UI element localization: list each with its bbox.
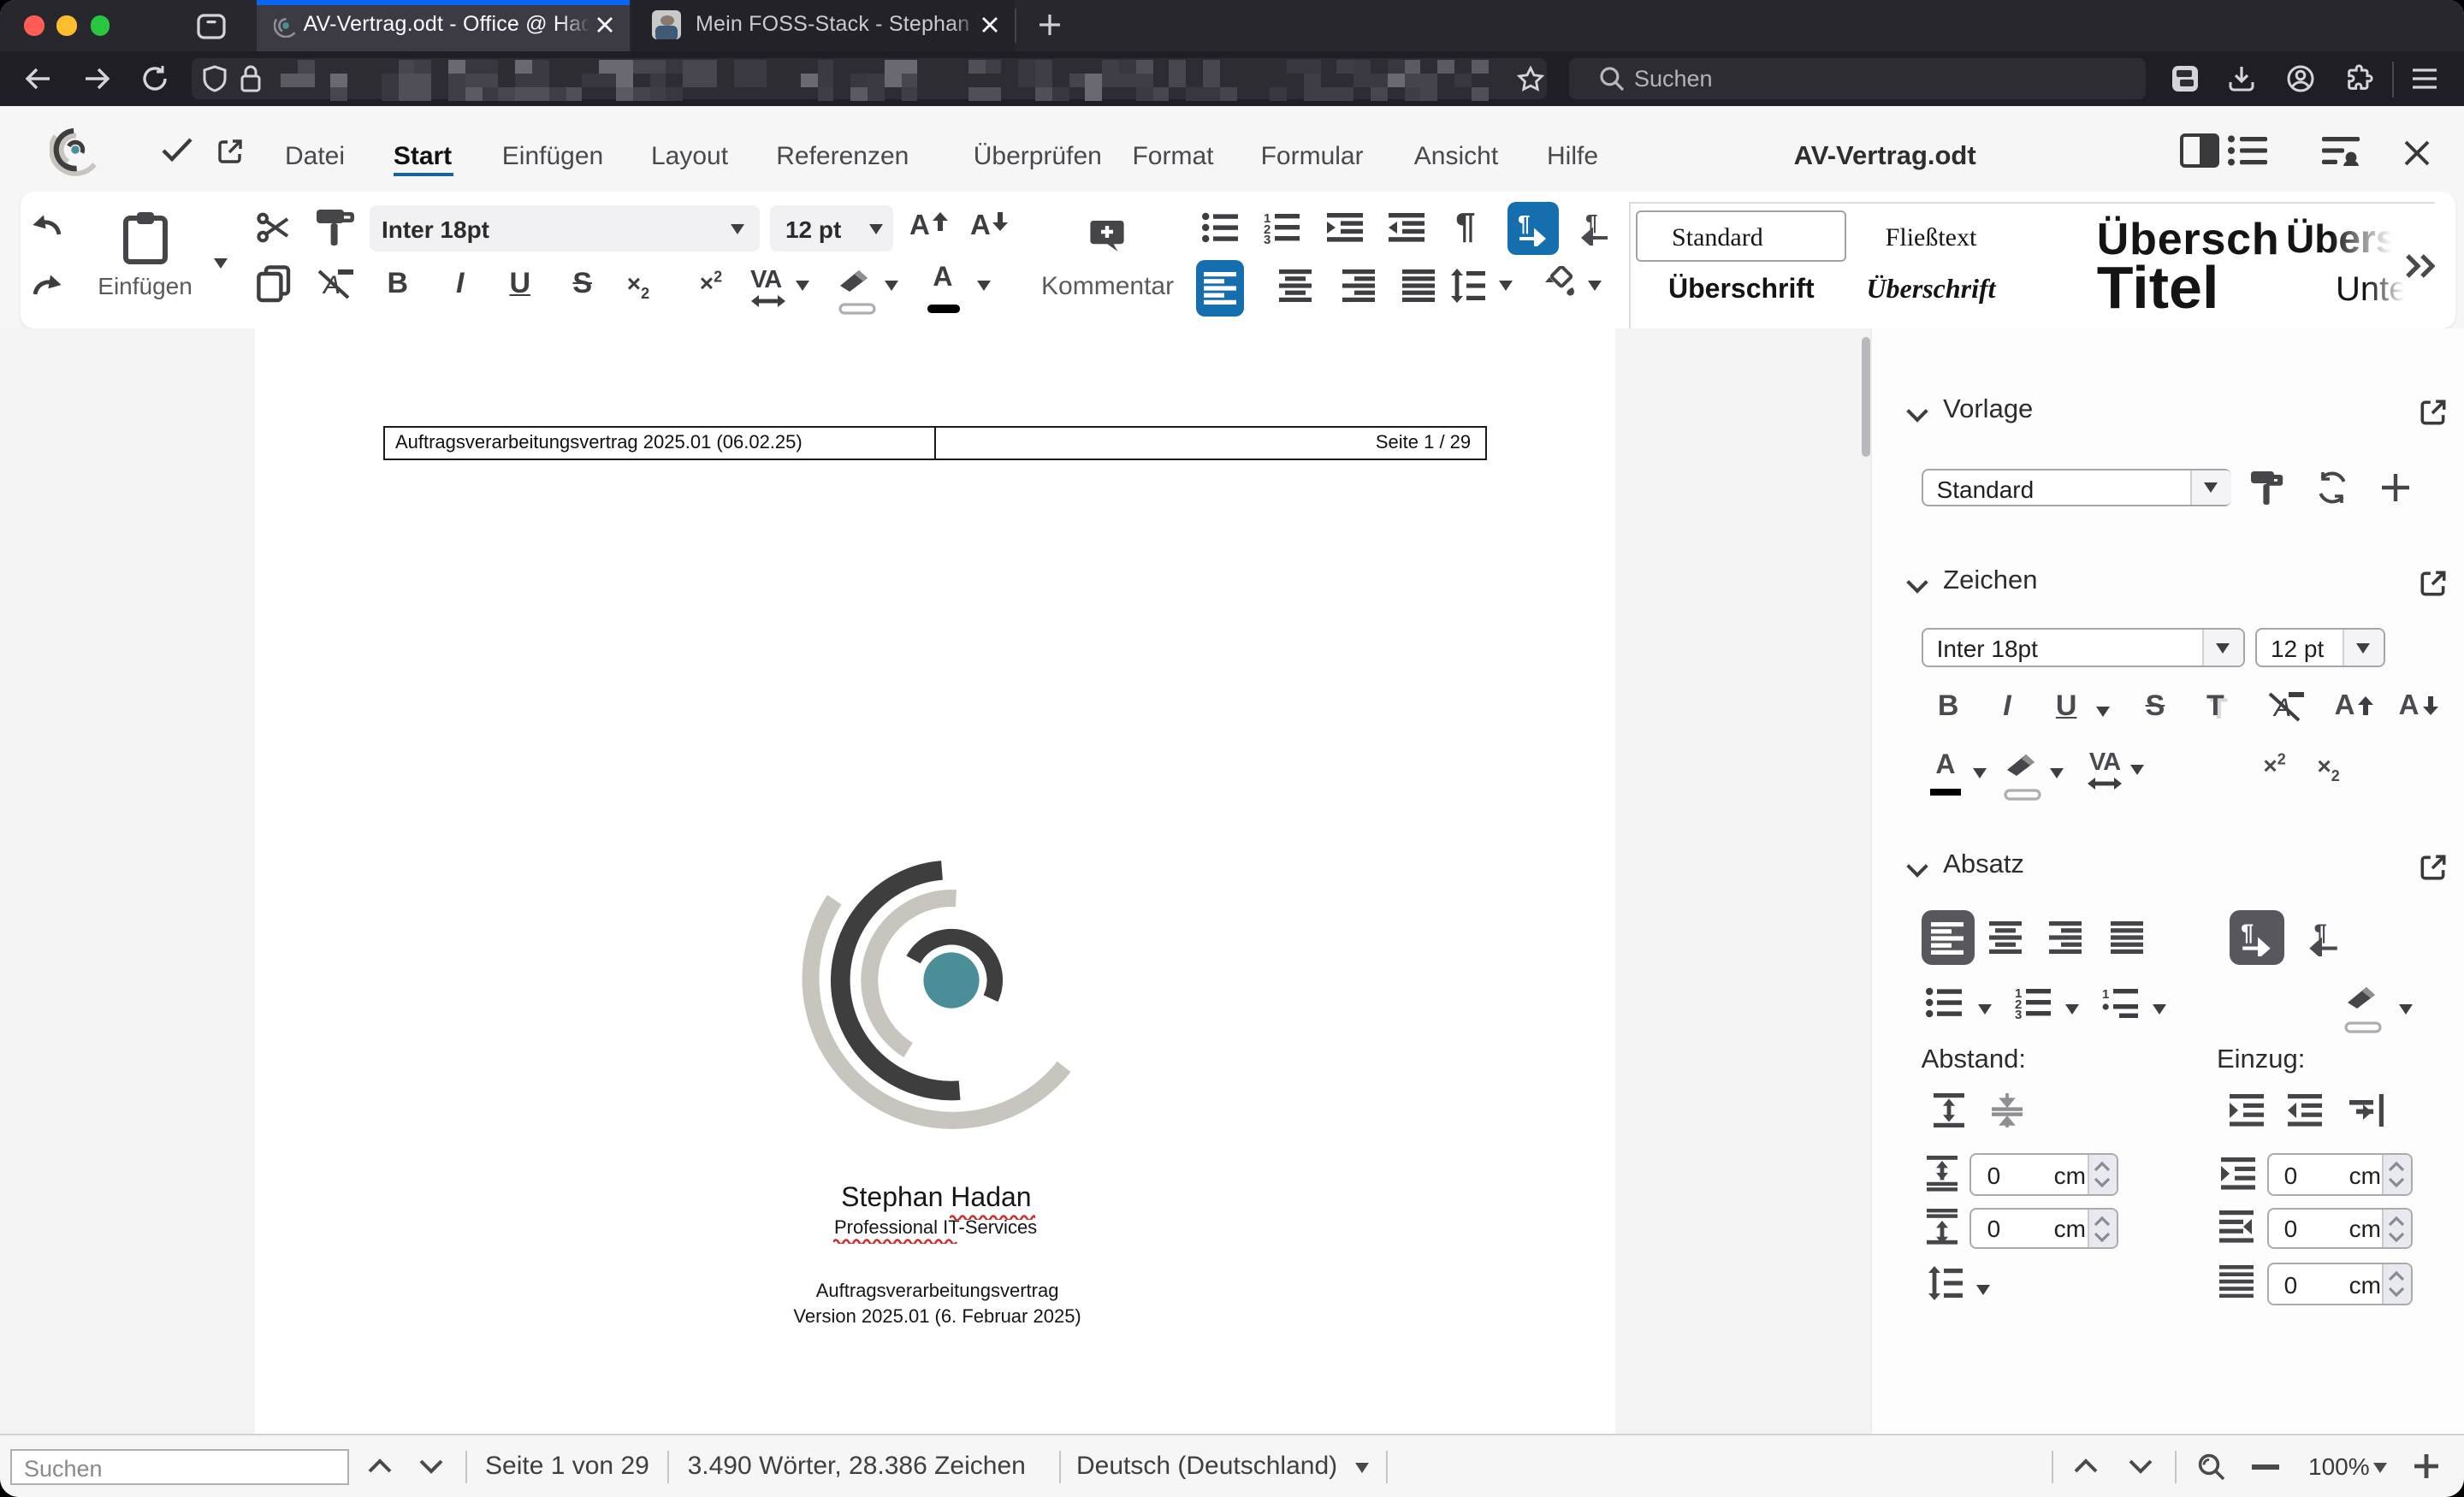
svg-text:¶: ¶ xyxy=(1518,210,1530,236)
svg-text:1: 1 xyxy=(2102,987,2109,1002)
svg-text:3: 3 xyxy=(1264,233,1270,244)
svg-text:¶: ¶ xyxy=(2240,919,2253,945)
svg-text:3: 3 xyxy=(2015,1008,2022,1019)
